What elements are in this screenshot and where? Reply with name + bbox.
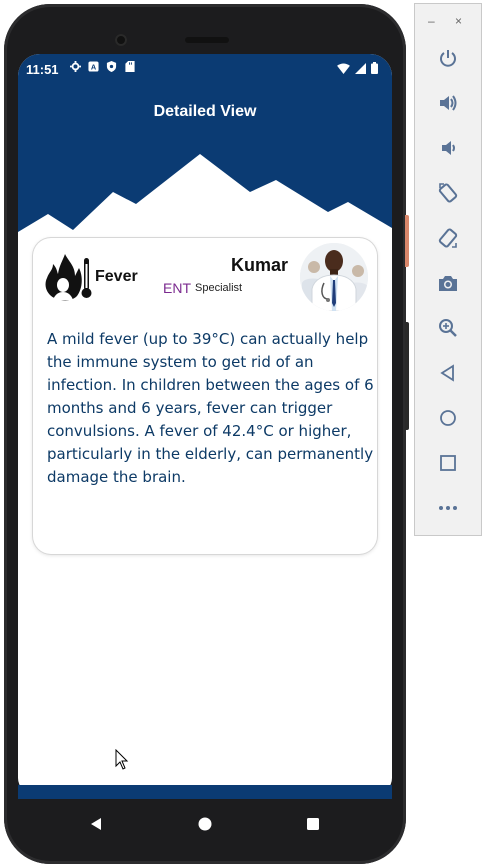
app-screen: 11:51 A Detailed View Fever Kumar ENT Sp… <box>18 54 392 794</box>
disease-detail-card: Fever Kumar ENT Specialist A mild fever … <box>33 238 377 554</box>
disease-name: Fever <box>95 268 138 285</box>
department-label: ENT <box>163 280 191 296</box>
home-icon[interactable] <box>195 814 215 834</box>
rotate-right-icon[interactable] <box>435 225 461 251</box>
svg-text:A: A <box>91 63 97 72</box>
more-icon[interactable] <box>435 495 461 521</box>
home-icon[interactable] <box>435 405 461 431</box>
shield-icon <box>106 61 117 72</box>
rotate-left-icon[interactable] <box>435 180 461 206</box>
mouse-cursor-icon <box>115 749 129 770</box>
earpiece-speaker <box>185 37 229 43</box>
camera-icon[interactable] <box>435 270 461 296</box>
bottom-band <box>18 785 392 799</box>
volume-up-icon[interactable] <box>435 90 461 116</box>
front-camera <box>115 34 127 46</box>
mountain-banner <box>18 140 392 250</box>
disease-description: A mild fever (up to 39°C) can actually h… <box>47 330 374 486</box>
a-badge-icon: A <box>88 61 99 72</box>
fever-icon <box>45 254 92 301</box>
recents-icon[interactable] <box>303 814 323 834</box>
power-icon[interactable] <box>435 45 461 71</box>
doctor-avatar <box>300 243 368 311</box>
emulator-toolbar: – × <box>414 3 482 536</box>
status-bar: 11:51 A <box>18 54 392 84</box>
status-time: 11:51 <box>26 62 59 77</box>
overview-icon[interactable] <box>435 450 461 476</box>
close-button[interactable]: × <box>455 14 462 28</box>
volume-down-icon[interactable] <box>435 135 461 161</box>
settings-icon <box>70 61 81 72</box>
minimize-button[interactable]: – <box>428 14 435 28</box>
volume-side-button[interactable] <box>405 322 409 430</box>
app-bar: Detailed View <box>18 84 392 140</box>
role-label: Specialist <box>195 282 243 294</box>
power-side-button[interactable] <box>405 215 409 267</box>
doctor-name: Kumar <box>231 255 289 275</box>
navigation-bar <box>18 800 392 846</box>
back-icon[interactable] <box>435 360 461 386</box>
battery-icon <box>371 62 378 77</box>
zoom-icon[interactable] <box>435 315 461 341</box>
signal-icon <box>355 62 366 77</box>
page-title: Detailed View <box>153 103 257 120</box>
sd-card-icon <box>124 61 135 72</box>
wifi-icon <box>337 62 350 77</box>
back-icon[interactable] <box>86 814 106 834</box>
